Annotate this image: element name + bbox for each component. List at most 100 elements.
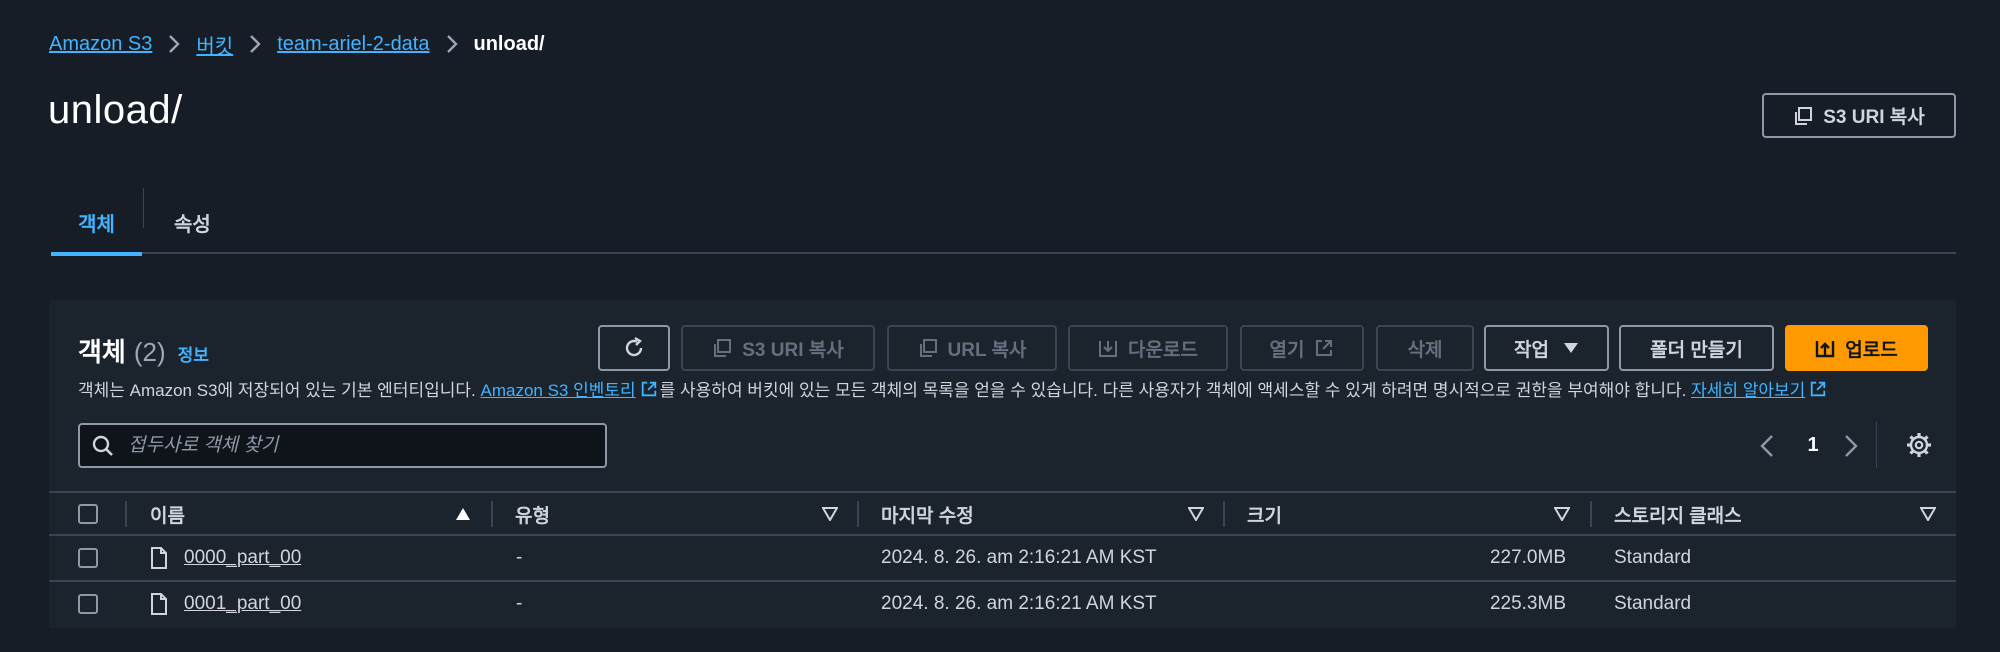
column-separator <box>857 501 859 527</box>
upload-icon <box>1815 338 1835 358</box>
chevron-right-icon <box>168 34 181 54</box>
learn-more-link[interactable]: 자세히 알아보기 <box>1691 376 1805 401</box>
pager-divider <box>1876 422 1877 468</box>
copy-s3-uri-label: S3 URI 복사 <box>1823 107 1925 128</box>
column-separator <box>125 501 127 527</box>
next-page-button[interactable] <box>1844 434 1858 463</box>
download-icon <box>1098 338 1118 358</box>
search-icon <box>92 435 114 457</box>
breadcrumb-item-buckets[interactable]: 버킷 <box>196 30 233 59</box>
object-storage-class: Standard <box>1614 593 1692 614</box>
column-header-last-modified[interactable]: 마지막 수정 <box>881 493 974 536</box>
upload-button[interactable]: 업로드 <box>1785 325 1928 371</box>
tab-list: 객체 속성 <box>51 188 1956 256</box>
column-name-label: 이름 <box>150 506 185 527</box>
search-box <box>78 423 607 468</box>
external-link-icon <box>1314 338 1334 358</box>
copy-icon <box>918 338 938 358</box>
chevron-right-icon <box>446 34 458 54</box>
download-label: 다운로드 <box>1128 339 1198 361</box>
objects-description: 객체는 Amazon S3에 저장되어 있는 기본 엔터티입니다. Amazon… <box>78 376 1829 401</box>
inventory-link[interactable]: Amazon S3 인벤토리 <box>480 376 635 401</box>
table-header: 이름 유형 마지막 수정 크기 스토리지 클래스 <box>49 491 1956 536</box>
upload-label: 업로드 <box>1845 339 1898 361</box>
download-button[interactable]: 다운로드 <box>1068 325 1228 371</box>
copy-s3-uri-toolbar-button[interactable]: S3 URI 복사 <box>681 325 875 371</box>
sort-desc-icon[interactable] <box>1920 507 1936 521</box>
delete-label: 삭제 <box>1407 339 1443 361</box>
breadcrumb-current: unload/ <box>473 32 545 55</box>
description-text-1: 객체는 Amazon S3에 저장되어 있는 기본 엔터티입니다. <box>78 381 476 400</box>
chevron-right-icon <box>1845 435 1858 457</box>
objects-panel-title: 객체 <box>78 337 126 367</box>
create-folder-button[interactable]: 폴더 만들기 <box>1619 325 1774 371</box>
actions-dropdown[interactable]: 작업 <box>1484 325 1609 371</box>
file-icon <box>150 547 168 569</box>
copy-url-button[interactable]: URL 복사 <box>887 325 1057 371</box>
object-name-link[interactable]: 0000_part_00 <box>184 536 301 580</box>
breadcrumb-item-bucket[interactable]: team-ariel-2-data <box>277 33 429 56</box>
column-last-modified-label: 마지막 수정 <box>881 506 974 527</box>
object-last-modified: 2024. 8. 26. am 2:16:21 AM KST <box>881 547 1157 568</box>
object-last-modified: 2024. 8. 26. am 2:16:21 AM KST <box>881 593 1157 614</box>
breadcrumb-item-amazon-s3[interactable]: Amazon S3 <box>49 33 152 56</box>
tab-properties[interactable]: 속성 <box>174 190 211 254</box>
sort-desc-icon[interactable] <box>822 507 838 521</box>
breadcrumb: Amazon S3 버킷 team-ariel-2-data unload/ <box>49 30 545 58</box>
objects-panel-header: 객체 (2) 정보 <box>78 332 209 369</box>
object-size: 227.0MB <box>1489 547 1566 568</box>
object-type: - <box>516 547 523 568</box>
column-size-label: 크기 <box>1247 506 1282 527</box>
sort-desc-icon[interactable] <box>1188 507 1204 521</box>
tab-objects[interactable]: 객체 <box>51 190 142 256</box>
chevron-left-icon <box>1760 435 1773 457</box>
sort-asc-icon[interactable] <box>455 507 471 521</box>
file-icon <box>150 593 168 615</box>
column-separator <box>1590 501 1592 527</box>
create-folder-label: 폴더 만들기 <box>1650 339 1743 361</box>
search-input[interactable] <box>128 434 605 457</box>
objects-panel: 객체 (2) 정보 S3 URI 복사 URL 복사 다운로드 열기 삭제 작업… <box>49 300 1956 628</box>
delete-button[interactable]: 삭제 <box>1376 325 1474 371</box>
row-checkbox[interactable] <box>78 594 98 614</box>
column-header-size[interactable]: 크기 <box>1247 493 1282 536</box>
tab-properties-label: 속성 <box>174 213 211 236</box>
info-link[interactable]: 정보 <box>178 341 209 366</box>
chevron-right-icon <box>249 34 261 54</box>
column-storage-class-label: 스토리지 클래스 <box>1614 506 1742 527</box>
copy-url-label: URL 복사 <box>947 339 1027 361</box>
column-header-name[interactable]: 이름 <box>150 493 185 536</box>
copy-s3-uri-button[interactable]: S3 URI 복사 <box>1762 93 1956 138</box>
page-title: unload/ <box>48 88 183 132</box>
settings-icon[interactable] <box>1906 432 1932 458</box>
row-checkbox[interactable] <box>78 548 98 568</box>
external-link-icon <box>1809 380 1827 398</box>
tab-objects-label: 객체 <box>78 213 115 236</box>
external-link-icon <box>640 380 658 398</box>
refresh-icon <box>622 336 646 360</box>
object-name-link[interactable]: 0001_part_00 <box>184 582 301 626</box>
open-label: 열기 <box>1269 339 1305 361</box>
previous-page-button[interactable] <box>1760 434 1774 463</box>
page-number[interactable]: 1 <box>1803 434 1823 457</box>
column-header-type[interactable]: 유형 <box>515 493 550 536</box>
column-type-label: 유형 <box>515 506 550 527</box>
column-separator <box>1223 501 1225 527</box>
copy-icon <box>1793 106 1813 126</box>
column-header-storage-class[interactable]: 스토리지 클래스 <box>1614 493 1742 536</box>
actions-label: 작업 <box>1514 339 1549 361</box>
sort-desc-icon[interactable] <box>1554 507 1570 521</box>
objects-count: (2) <box>133 337 166 367</box>
select-all-checkbox[interactable] <box>78 504 98 524</box>
caret-down-icon <box>1563 342 1579 354</box>
table-row: 0000_part_00 - 2024. 8. 26. am 2:16:21 A… <box>49 536 1956 582</box>
open-button[interactable]: 열기 <box>1240 325 1364 371</box>
object-type: - <box>516 593 523 614</box>
table-row: 0001_part_00 - 2024. 8. 26. am 2:16:21 A… <box>49 582 1956 628</box>
tab-divider <box>143 188 144 228</box>
copy-icon <box>712 338 732 358</box>
column-separator <box>491 501 493 527</box>
object-storage-class: Standard <box>1614 547 1692 568</box>
refresh-button[interactable] <box>598 325 670 371</box>
copy-s3-uri-toolbar-label: S3 URI 복사 <box>742 339 844 361</box>
